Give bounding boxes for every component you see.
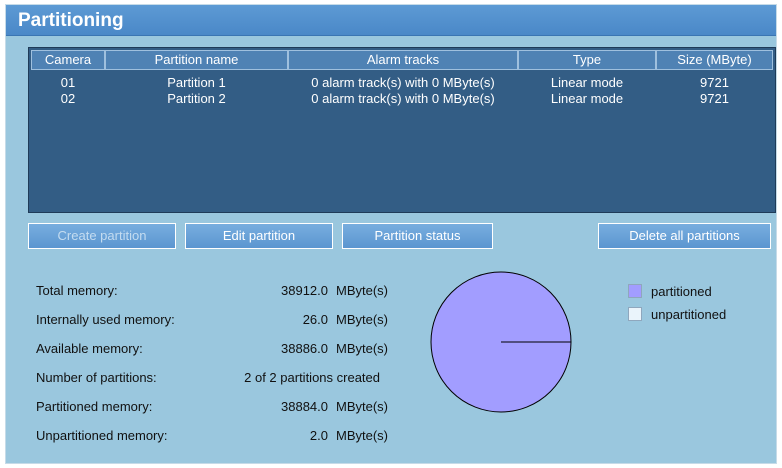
partition-name-cell: Partition 1: [167, 75, 226, 90]
internally-used-memory-value: 26.0: [302, 312, 328, 327]
available-memory-value: 38886.0: [281, 341, 328, 356]
unpartitioned-memory-value: 2.0: [309, 428, 328, 443]
total-memory-unit: MByte(s): [336, 283, 388, 298]
legend-swatch-partitioned: [628, 284, 642, 298]
edit-partition-button[interactable]: Edit partition: [185, 223, 333, 249]
legend-label-unpartitioned: unpartitioned: [651, 307, 727, 322]
partitioned-memory-unit: MByte(s): [336, 399, 388, 414]
total-memory-label: Total memory:: [36, 283, 118, 298]
column-header-size[interactable]: Size (MByte): [656, 50, 773, 70]
legend-label-partitioned: partitioned: [651, 284, 712, 299]
table-row[interactable]: 02 Partition 2 0 alarm track(s) with 0 M…: [29, 91, 775, 107]
type-cell: Linear mode: [550, 75, 624, 90]
total-memory-value: 38912.0: [281, 283, 328, 298]
column-header-partition-name[interactable]: Partition name: [105, 50, 288, 70]
column-header-camera[interactable]: Camera: [31, 50, 105, 70]
internally-used-memory-label: Internally used memory:: [36, 312, 175, 327]
partitioning-panel: Partitioning Camera Partition name Alarm…: [5, 4, 777, 464]
page-title: Partitioning: [18, 10, 124, 31]
camera-cell: 02: [60, 91, 76, 106]
column-header-alarm-tracks[interactable]: Alarm tracks: [288, 50, 518, 70]
create-partition-button[interactable]: Create partition: [28, 223, 176, 249]
type-cell: Linear mode: [550, 91, 624, 106]
available-memory-label: Available memory:: [36, 341, 143, 356]
legend-swatch-unpartitioned: [628, 307, 642, 321]
unpartitioned-memory-unit: MByte(s): [336, 428, 388, 443]
number-of-partitions-value: 2 of 2 partitions created: [244, 370, 380, 385]
memory-pie-chart: [430, 271, 572, 413]
unpartitioned-memory-label: Unpartitioned memory:: [36, 428, 168, 443]
size-cell: 9721: [700, 91, 729, 106]
internally-used-memory-unit: MByte(s): [336, 312, 388, 327]
alarm-tracks-cell: 0 alarm track(s) with 0 MByte(s): [311, 75, 495, 90]
available-memory-unit: MByte(s): [336, 341, 388, 356]
partition-name-cell: Partition 2: [167, 91, 226, 106]
table-row[interactable]: 01 Partition 1 0 alarm track(s) with 0 M…: [29, 75, 775, 91]
partitioned-memory-label: Partitioned memory:: [36, 399, 153, 414]
size-cell: 9721: [700, 75, 729, 90]
column-header-type[interactable]: Type: [518, 50, 656, 70]
number-of-partitions-label: Number of partitions:: [36, 370, 157, 385]
panel-header: Partitioning: [6, 5, 776, 36]
delete-all-partitions-button[interactable]: Delete all partitions: [598, 223, 771, 249]
partitioned-memory-value: 38884.0: [281, 399, 328, 414]
partition-table: Camera Partition name Alarm tracks Type …: [28, 47, 776, 213]
partition-status-button[interactable]: Partition status: [342, 223, 493, 249]
camera-cell: 01: [60, 75, 76, 90]
alarm-tracks-cell: 0 alarm track(s) with 0 MByte(s): [311, 91, 495, 106]
